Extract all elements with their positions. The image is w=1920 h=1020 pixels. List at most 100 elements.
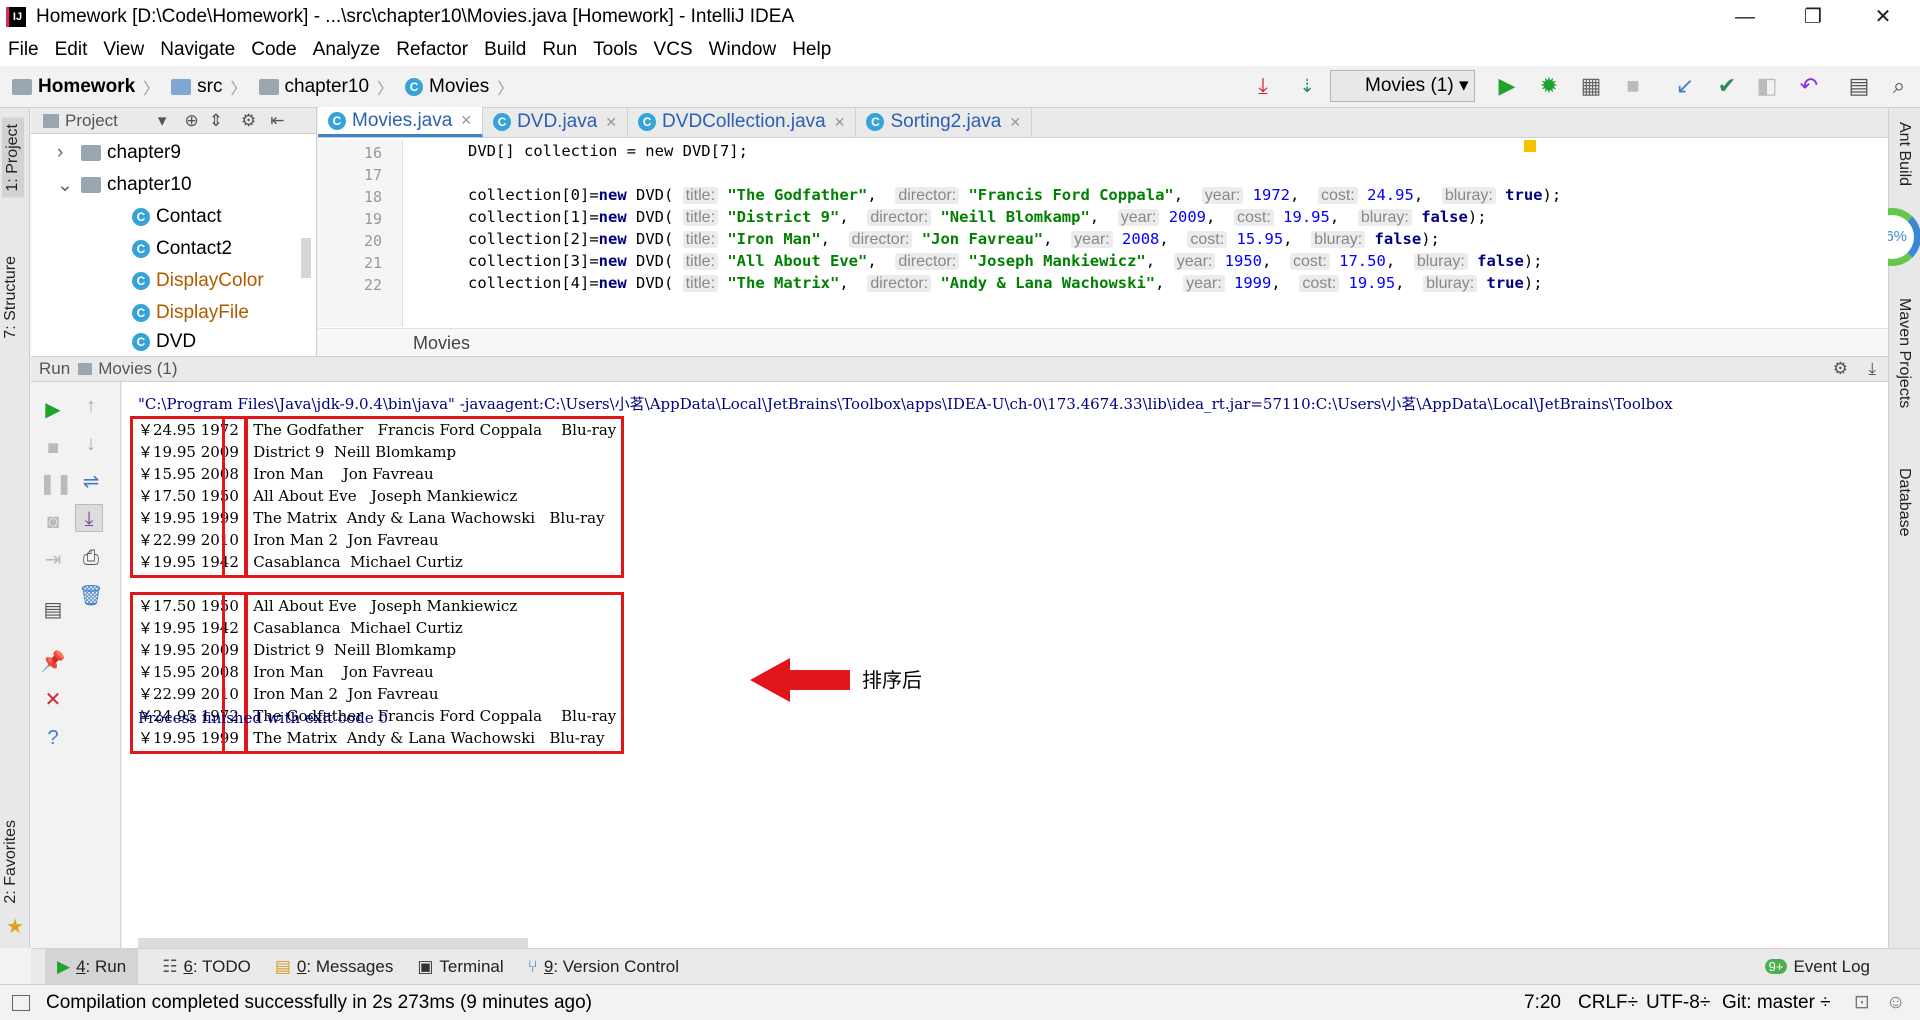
help-icon[interactable]: ? <box>39 724 67 752</box>
close-icon[interactable]: ✕ <box>460 112 472 129</box>
menu-edit[interactable]: Edit <box>47 39 96 61</box>
project-panel-title[interactable]: Project <box>65 111 118 131</box>
tab-favorites[interactable]: 2: Favorites <box>2 820 20 904</box>
minimize-button[interactable]: — <box>1716 2 1774 32</box>
menu-refactor[interactable]: Refactor <box>388 39 476 61</box>
run-icon[interactable]: ▶ <box>1492 72 1522 100</box>
rerun-icon[interactable]: ▶ <box>39 396 67 424</box>
breadcrumb-movies[interactable]: C Movies 〉 <box>405 75 513 99</box>
stop-icon[interactable]: ■ <box>1618 72 1648 100</box>
scroll-to-end-icon[interactable]: ⤓ <box>75 504 103 532</box>
menu-view[interactable]: View <box>95 39 152 61</box>
camera-icon[interactable]: ◙ <box>39 508 67 536</box>
tab-messages[interactable]: ▤ 0: Messages <box>275 957 393 977</box>
close-icon[interactable]: ✕ <box>39 686 67 714</box>
trash-icon[interactable]: 🗑 <box>77 582 105 610</box>
caret-position[interactable]: 7:20 <box>1524 992 1561 1014</box>
tree-item-displayfile[interactable]: C DisplayFile <box>132 297 249 329</box>
inspector-icon[interactable]: ☺ <box>1886 992 1905 1014</box>
print-icon[interactable]: ⎙ <box>77 544 105 572</box>
lock-icon[interactable]: ⊡ <box>1854 991 1870 1014</box>
tab-run[interactable]: ▶ 4: Run <box>45 948 139 985</box>
revert-icon[interactable]: ↶ <box>1794 72 1824 100</box>
chevron-down-icon[interactable]: ▾ <box>158 111 167 131</box>
tree-item-chapter9[interactable]: › chapter9 <box>57 137 181 169</box>
target-icon[interactable]: ⊕ <box>184 111 198 131</box>
menu-run[interactable]: Run <box>534 39 585 61</box>
breadcrumb-project[interactable]: Homework 〉 <box>12 75 159 99</box>
collapse-icon[interactable]: ⇕ <box>209 111 223 131</box>
layout-icon[interactable]: ▤ <box>39 596 67 624</box>
menu-window[interactable]: Window <box>701 39 785 61</box>
vcs-update-icon[interactable]: ↙ <box>1670 72 1700 100</box>
tab-ant-build[interactable]: Ant Build <box>1895 122 1913 186</box>
menu-vcs[interactable]: VCS <box>646 39 701 61</box>
sort-icon[interactable]: ⇣ <box>1292 72 1322 100</box>
run-config-tab[interactable]: Movies (1) <box>98 359 177 379</box>
line-separator[interactable]: CRLF÷ <box>1578 992 1638 1014</box>
tab-dvd-java[interactable]: C DVD.java ✕ <box>483 107 629 137</box>
project-structure-icon[interactable]: ▤ <box>1844 72 1874 100</box>
event-log-button[interactable]: 9+ Event Log <box>1764 957 1870 977</box>
tab-sorting2-java[interactable]: C Sorting2.java ✕ <box>856 107 1033 137</box>
exit-icon[interactable]: ⇥ <box>39 546 67 574</box>
tree-item-displaycolor[interactable]: C DisplayColor <box>132 265 264 297</box>
tree-item-dvd[interactable]: C DVD <box>132 329 196 355</box>
menu-help[interactable]: Help <box>784 39 839 61</box>
hide-icon[interactable]: ⇤ <box>270 111 284 131</box>
pause-icon[interactable]: ❚❚ <box>39 470 73 498</box>
maximize-button[interactable]: ❐ <box>1784 2 1842 32</box>
close-icon[interactable]: ✕ <box>834 114 846 131</box>
tab-structure[interactable]: 7: Structure <box>2 256 20 339</box>
scrollbar[interactable] <box>301 238 311 278</box>
close-icon[interactable]: ✕ <box>605 114 617 131</box>
hide-icon[interactable]: ⤓ <box>1868 359 1876 379</box>
breadcrumb-src[interactable]: src 〉 <box>171 75 247 99</box>
tab-database[interactable]: Database <box>1895 468 1913 537</box>
menu-build[interactable]: Build <box>476 39 534 61</box>
gear-icon[interactable]: ⚙ <box>241 111 256 131</box>
file-encoding[interactable]: UTF-8÷ <box>1646 992 1710 1014</box>
tab-todo[interactable]: ☷ 6: TODO <box>162 957 251 977</box>
down-arrow-icon[interactable]: ↓ <box>77 430 105 458</box>
structure-breadcrumb[interactable]: Movies <box>318 328 1888 356</box>
close-button[interactable]: ✕ <box>1854 2 1912 32</box>
toggle-panels-icon[interactable] <box>12 994 30 1011</box>
tab-dvdcollection-java[interactable]: C DVDCollection.java ✕ <box>628 107 857 137</box>
vcs-commit-icon[interactable]: ✔ <box>1712 72 1742 100</box>
tree-item-contact[interactable]: C Contact <box>132 201 221 233</box>
chevron-right-icon[interactable]: › <box>57 142 81 164</box>
tab-movies-java[interactable]: C Movies.java ✕ <box>318 107 484 137</box>
debug-icon[interactable]: ✹ <box>1534 72 1564 100</box>
tab-maven-projects[interactable]: Maven Projects <box>1895 298 1913 408</box>
vcs-compare-icon[interactable]: ◧ <box>1752 72 1782 100</box>
menu-navigate[interactable]: Navigate <box>152 39 243 61</box>
breadcrumb-chapter10[interactable]: chapter10 〉 <box>258 75 393 99</box>
stop-icon[interactable]: ■ <box>39 434 67 462</box>
tab-project[interactable]: 1: Project <box>2 118 24 198</box>
soft-wrap-icon[interactable]: ⇌ <box>77 468 105 496</box>
tab-version-control[interactable]: ⑂ 9: Version Control <box>528 957 679 977</box>
horizontal-scrollbar[interactable] <box>138 938 528 948</box>
menu-file[interactable]: File <box>0 39 47 61</box>
download-icon[interactable]: ⤓ <box>1248 72 1278 100</box>
run-configuration-select[interactable]: Movies (1) ▾ <box>1330 70 1475 102</box>
chevron-down-icon[interactable]: ⌄ <box>57 174 81 197</box>
warning-marker[interactable] <box>1524 140 1536 152</box>
tree-item-contact2[interactable]: C Contact2 <box>132 233 232 265</box>
tree-item-chapter10[interactable]: ⌄ chapter10 <box>57 169 192 201</box>
status-message[interactable]: Compilation completed successfully in 2s… <box>46 992 592 1014</box>
gear-icon[interactable]: ⚙ <box>1833 359 1848 379</box>
menu-analyze[interactable]: Analyze <box>305 39 389 61</box>
search-icon[interactable]: ⌕ <box>1884 72 1914 100</box>
git-branch[interactable]: Git: master ÷ <box>1722 992 1831 1014</box>
tab-terminal[interactable]: ▣ Terminal <box>417 957 503 977</box>
code-editor[interactable]: C Movies.java ✕ C DVD.java ✕ C DVDCollecti… <box>318 107 1888 356</box>
coverage-icon[interactable]: ▦ <box>1576 72 1606 100</box>
close-icon[interactable]: ✕ <box>1009 114 1021 131</box>
console-output[interactable]: "C:\Program Files\Java\jdk-9.0.4\bin\jav… <box>122 382 1888 948</box>
menu-code[interactable]: Code <box>243 39 304 61</box>
up-arrow-icon[interactable]: ↑ <box>77 392 105 420</box>
menu-tools[interactable]: Tools <box>585 39 645 61</box>
pin-icon[interactable]: 📌 <box>39 648 67 676</box>
